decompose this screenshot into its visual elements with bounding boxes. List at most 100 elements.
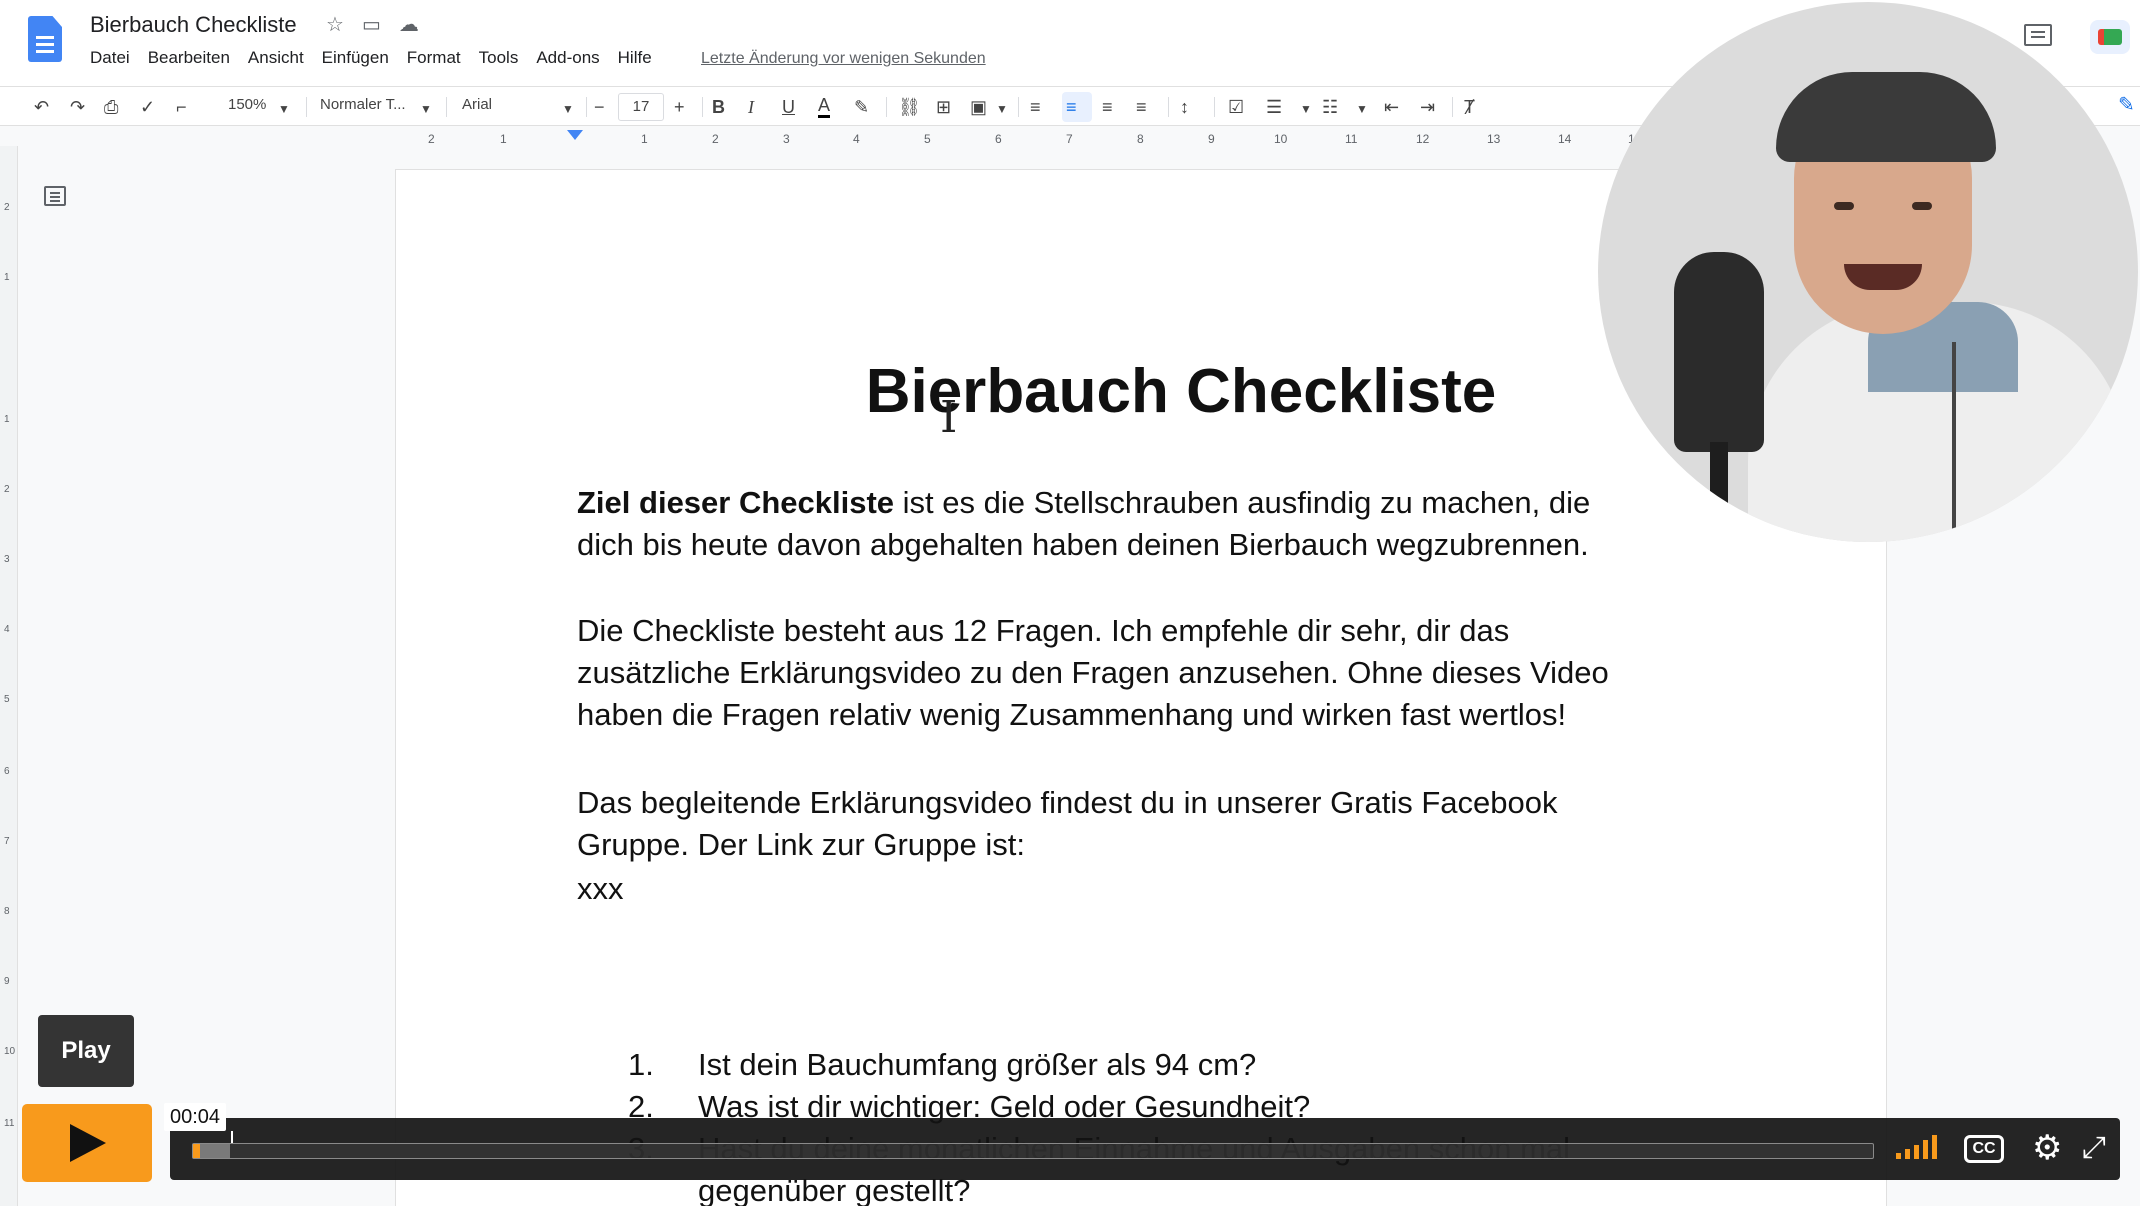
decrease-indent-icon[interactable]: ⇤: [1384, 95, 1399, 119]
play-icon: [70, 1124, 106, 1162]
increase-font-size-icon[interactable]: +: [674, 95, 685, 119]
move-folder-icon[interactable]: ▭: [362, 14, 381, 36]
ruler-tick: 14: [1558, 132, 1572, 146]
progress-played: [193, 1144, 200, 1158]
toolbar-divider: [586, 97, 587, 117]
document-outline-icon[interactable]: [44, 186, 66, 206]
align-left-icon[interactable]: ≡: [1030, 95, 1041, 119]
ruler-tick: 8: [1137, 132, 1144, 146]
text-cursor-icon: I: [940, 392, 958, 443]
closed-captions-button[interactable]: CC: [1964, 1135, 2004, 1163]
numbered-list-icon[interactable]: ☷: [1322, 95, 1338, 119]
ruler-tick: 2: [712, 132, 719, 146]
align-right-icon[interactable]: ≡: [1102, 95, 1113, 119]
ruler-tick: 3: [4, 554, 10, 565]
insert-comment-icon[interactable]: ⊞: [936, 95, 951, 119]
ruler-tick: 9: [4, 976, 10, 987]
toolbar-divider: [702, 97, 703, 117]
paragraph-goal[interactable]: Ziel dieser Checkliste ist es die Stells…: [577, 482, 1637, 566]
list-item[interactable]: 1. Ist dein Bauchumfang größer als 94 cm…: [628, 1044, 1628, 1086]
current-time-label: 00:04: [164, 1103, 234, 1143]
bulleted-list-icon[interactable]: ☰: [1266, 95, 1282, 119]
increase-indent-icon[interactable]: ⇥: [1420, 95, 1435, 119]
bold-button[interactable]: B: [712, 95, 725, 119]
print-icon[interactable]: ⎙: [104, 95, 118, 119]
toolbar-divider: [446, 97, 447, 117]
zoom-select[interactable]: 150%: [228, 96, 266, 113]
video-controls-bar: CC ⚙ ⤢: [170, 1118, 2120, 1180]
play-button[interactable]: [22, 1104, 152, 1182]
progress-bar[interactable]: [192, 1143, 1874, 1159]
settings-gear-icon[interactable]: ⚙: [2032, 1130, 2062, 1166]
numbered-dropdown-chevron-icon[interactable]: ▼: [1356, 97, 1368, 121]
indent-marker[interactable]: [567, 130, 583, 140]
clear-formatting-icon[interactable]: Ⱦ: [1464, 95, 1475, 119]
bullet-dropdown-chevron-icon[interactable]: ▼: [1300, 97, 1312, 121]
webcam-person-eye: [1834, 202, 1854, 210]
zoom-dropdown-chevron-icon[interactable]: ▼: [278, 97, 290, 121]
star-icon[interactable]: ☆: [326, 14, 344, 36]
font-dropdown-chevron-icon[interactable]: ▼: [562, 97, 574, 121]
comment-history-icon[interactable]: [2024, 24, 2052, 46]
line-spacing-icon[interactable]: ↕: [1180, 95, 1189, 119]
menu-addons[interactable]: Add-ons: [536, 48, 599, 68]
google-docs-logo-icon[interactable]: [28, 16, 62, 62]
redo-icon[interactable]: ↷: [70, 95, 85, 119]
paragraph-intro[interactable]: Die Checkliste besteht aus 12 Fragen. Ic…: [577, 610, 1637, 736]
webcam-person-zipper: [1952, 342, 1956, 542]
undo-icon[interactable]: ↶: [34, 95, 49, 119]
paragraph-link-placeholder[interactable]: xxx: [577, 868, 1637, 910]
ruler-tick: 5: [924, 132, 931, 146]
text-color-button[interactable]: A: [818, 95, 831, 118]
menu-tools[interactable]: Tools: [479, 48, 519, 68]
title-icons: ☆ ▭ ☁: [326, 14, 419, 36]
highlight-color-icon[interactable]: ✎: [854, 95, 869, 119]
ruler-tick: 10: [1274, 132, 1288, 146]
toolbar-divider: [1452, 97, 1453, 117]
paint-format-icon[interactable]: ⌐: [176, 95, 187, 119]
webcam-person-cap: [1776, 72, 1996, 162]
font-size-input[interactable]: 17: [618, 93, 664, 121]
ruler-tick: 8: [4, 906, 10, 917]
volume-icon[interactable]: [1896, 1133, 1937, 1159]
ruler-tick: 1: [500, 132, 507, 146]
paragraph-video[interactable]: Das begleitende Erklärungsvideo findest …: [577, 782, 1637, 866]
ruler-tick: 13: [1487, 132, 1501, 146]
spellcheck-icon[interactable]: ✓: [140, 95, 155, 119]
underline-button[interactable]: U: [782, 95, 795, 119]
ruler-tick: 4: [853, 132, 860, 146]
menu-ansicht[interactable]: Ansicht: [248, 48, 304, 68]
ruler-tick: 11: [4, 1118, 15, 1129]
ruler-tick: 5: [4, 694, 10, 705]
insert-image-icon[interactable]: ▣: [970, 95, 987, 119]
font-select[interactable]: Arial: [462, 96, 492, 113]
align-justify-icon[interactable]: ≡: [1136, 95, 1147, 119]
decrease-font-size-icon[interactable]: −: [594, 95, 605, 119]
paragraph-style-select[interactable]: Normaler T...: [320, 96, 406, 113]
cloud-status-icon[interactable]: ☁: [399, 14, 419, 36]
menu-einfuegen[interactable]: Einfügen: [322, 48, 389, 68]
style-dropdown-chevron-icon[interactable]: ▼: [420, 97, 432, 121]
ruler-tick: 1: [4, 272, 10, 283]
toolbar-divider: [1214, 97, 1215, 117]
italic-button[interactable]: I: [748, 95, 754, 119]
menu-datei[interactable]: Datei: [90, 48, 130, 68]
document-title[interactable]: Bierbauch Checkliste: [90, 12, 297, 38]
google-meet-icon[interactable]: [2090, 20, 2130, 54]
image-dropdown-chevron-icon[interactable]: ▼: [996, 97, 1008, 121]
toolbar-divider: [306, 97, 307, 117]
editing-mode-pencil-icon[interactable]: ✎: [2118, 92, 2135, 117]
vertical-ruler[interactable]: 2 1 1 2 3 4 5 6 7 8 9 10 11: [0, 146, 18, 1206]
last-edit-link[interactable]: Letzte Änderung vor wenigen Sekunden: [701, 50, 986, 68]
menu-bearbeiten[interactable]: Bearbeiten: [148, 48, 230, 68]
toolbar-divider: [886, 97, 887, 117]
ruler-tick: 1: [4, 414, 10, 425]
menu-format[interactable]: Format: [407, 48, 461, 68]
checklist-icon[interactable]: ☑: [1228, 95, 1244, 119]
align-center-icon[interactable]: ≡: [1066, 95, 1077, 119]
menu-hilfe[interactable]: Hilfe: [618, 48, 652, 68]
menu-bar: Datei Bearbeiten Ansicht Einfügen Format…: [90, 48, 652, 68]
webcam-overlay: [1598, 2, 2138, 542]
insert-link-icon[interactable]: ⛓: [898, 95, 921, 119]
fullscreen-icon[interactable]: ⤢: [2082, 1132, 2106, 1164]
